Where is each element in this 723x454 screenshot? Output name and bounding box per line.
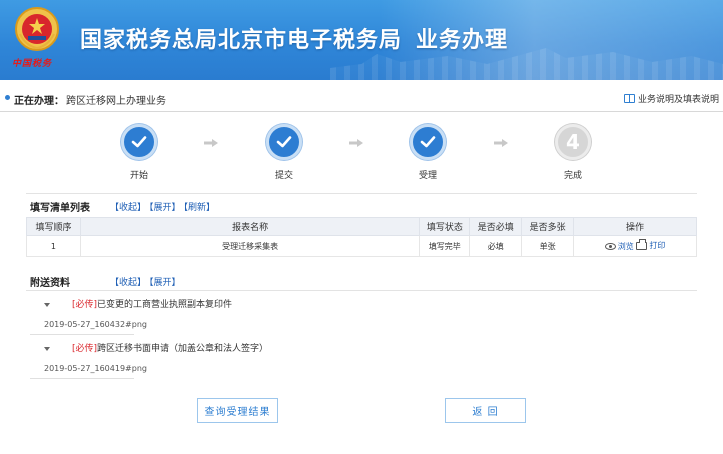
divider [30,334,134,335]
header-banner: 中国税务 国家税务总局北京市电子税务局 业务办理 [0,0,723,80]
preview-link[interactable]: 浏览 [604,241,634,252]
query-result-button[interactable]: 查询受理结果 [197,398,278,423]
column-header: 操作 [573,217,697,236]
step-label: 提交 [274,171,293,181]
help-link[interactable]: 业务说明及填表说明 [623,92,719,105]
cell-order: 1 [26,235,81,257]
divider [26,290,697,291]
cell-actions: 浏览 打印 [573,235,697,257]
attachment-item[interactable]: [必传]跨区迁移书面申请（加盖公章和法人签字） [44,341,268,354]
help-link-label: 业务说明及填表说明 [637,95,719,105]
cell-required: 必填 [469,235,523,257]
step-done-circle [121,124,157,160]
divider [30,378,134,379]
attachment-name: 已变更的工商营业执照副本复印件 [97,300,233,310]
step-accept: 受理 [398,124,458,181]
attachments-title: 附送资料 [30,278,70,289]
print-link[interactable]: 打印 [636,238,666,251]
step-start: 开始 [109,124,169,181]
step-arrow-icon [494,139,508,147]
site-title-main: 国家税务总局北京市电子税务局 [80,28,403,53]
attachment-name: 跨区迁移书面申请（加盖公章和法人签字） [97,344,269,354]
current-task-bar: 正在办理： 跨区迁移网上办理业务 业务说明及填表说明 [0,84,723,112]
site-title-sub: 业务办理 [416,28,509,53]
step-arrow-icon [349,139,363,147]
column-header: 填写状态 [419,217,471,236]
progress-steps: 开始 提交 受理 4 完成 [0,124,723,184]
back-button[interactable]: 返 回 [445,398,526,423]
cell-form-name: 受理迁移采集表 [79,235,421,257]
check-icon [420,136,436,148]
attachment-file[interactable]: 2019-05-27_160419#png [44,364,147,373]
attachment-file[interactable]: 2019-05-27_160432#png [44,320,147,329]
column-header: 填写顺序 [26,217,81,236]
step-label: 受理 [418,171,437,181]
form-list-table: 填写顺序 报表名称 填写状态 是否必填 是否多张 操作 1 受理迁移采集表 填写… [26,217,697,257]
check-icon [131,136,147,148]
column-header: 是否多张 [521,217,575,236]
tax-emblem-icon [15,7,59,51]
step-complete: 4 完成 [543,124,603,181]
step-pending-circle: 4 [555,124,591,160]
expand-link[interactable]: 【展开】 [149,278,181,288]
step-done-circle [266,124,302,160]
attachments-links: 【收起】 【展开】 [110,275,184,288]
emblem-caption: 中国税务 [12,59,53,69]
table-row: 1 受理迁移采集表 填写完毕 必填 单张 浏览 打印 [26,235,697,257]
column-header: 报表名称 [79,217,421,236]
eye-icon [604,242,616,250]
expand-link[interactable]: 【展开】 [149,203,181,213]
cell-status: 填写完毕 [419,235,471,257]
attachment-item[interactable]: [必传]已变更的工商营业执照副本复印件 [44,297,232,310]
printer-icon [636,238,648,250]
current-task-label: 正在办理： [14,96,64,107]
form-list-title: 填写清单列表 [30,203,90,214]
required-tag: [必传] [72,344,98,354]
check-icon [276,136,292,148]
column-header: 是否必填 [469,217,523,236]
step-submit: 提交 [254,124,314,181]
table-header-row: 填写顺序 报表名称 填写状态 是否必填 是否多张 操作 [26,217,697,236]
bullet-icon [5,95,10,100]
step-done-circle [410,124,446,160]
divider [26,193,697,194]
form-list-links: 【收起】 【展开】 【刷新】 [110,200,218,213]
book-icon [623,94,635,103]
step-arrow-icon [204,139,218,147]
step-label: 完成 [563,171,582,181]
preview-label: 浏览 [617,241,634,251]
caret-down-icon [44,302,50,307]
print-label: 打印 [649,241,666,251]
site-title: 国家税务总局北京市电子税务局 业务办理 [80,22,508,54]
refresh-link[interactable]: 【刷新】 [184,203,216,213]
collapse-link[interactable]: 【收起】 [110,203,146,213]
caret-down-icon [44,346,50,351]
step-label: 开始 [129,171,148,181]
current-task-value: 跨区迁移网上办理业务 [66,96,166,107]
required-tag: [必传] [72,300,98,310]
cell-multiple: 单张 [521,235,575,257]
collapse-link[interactable]: 【收起】 [110,278,146,288]
